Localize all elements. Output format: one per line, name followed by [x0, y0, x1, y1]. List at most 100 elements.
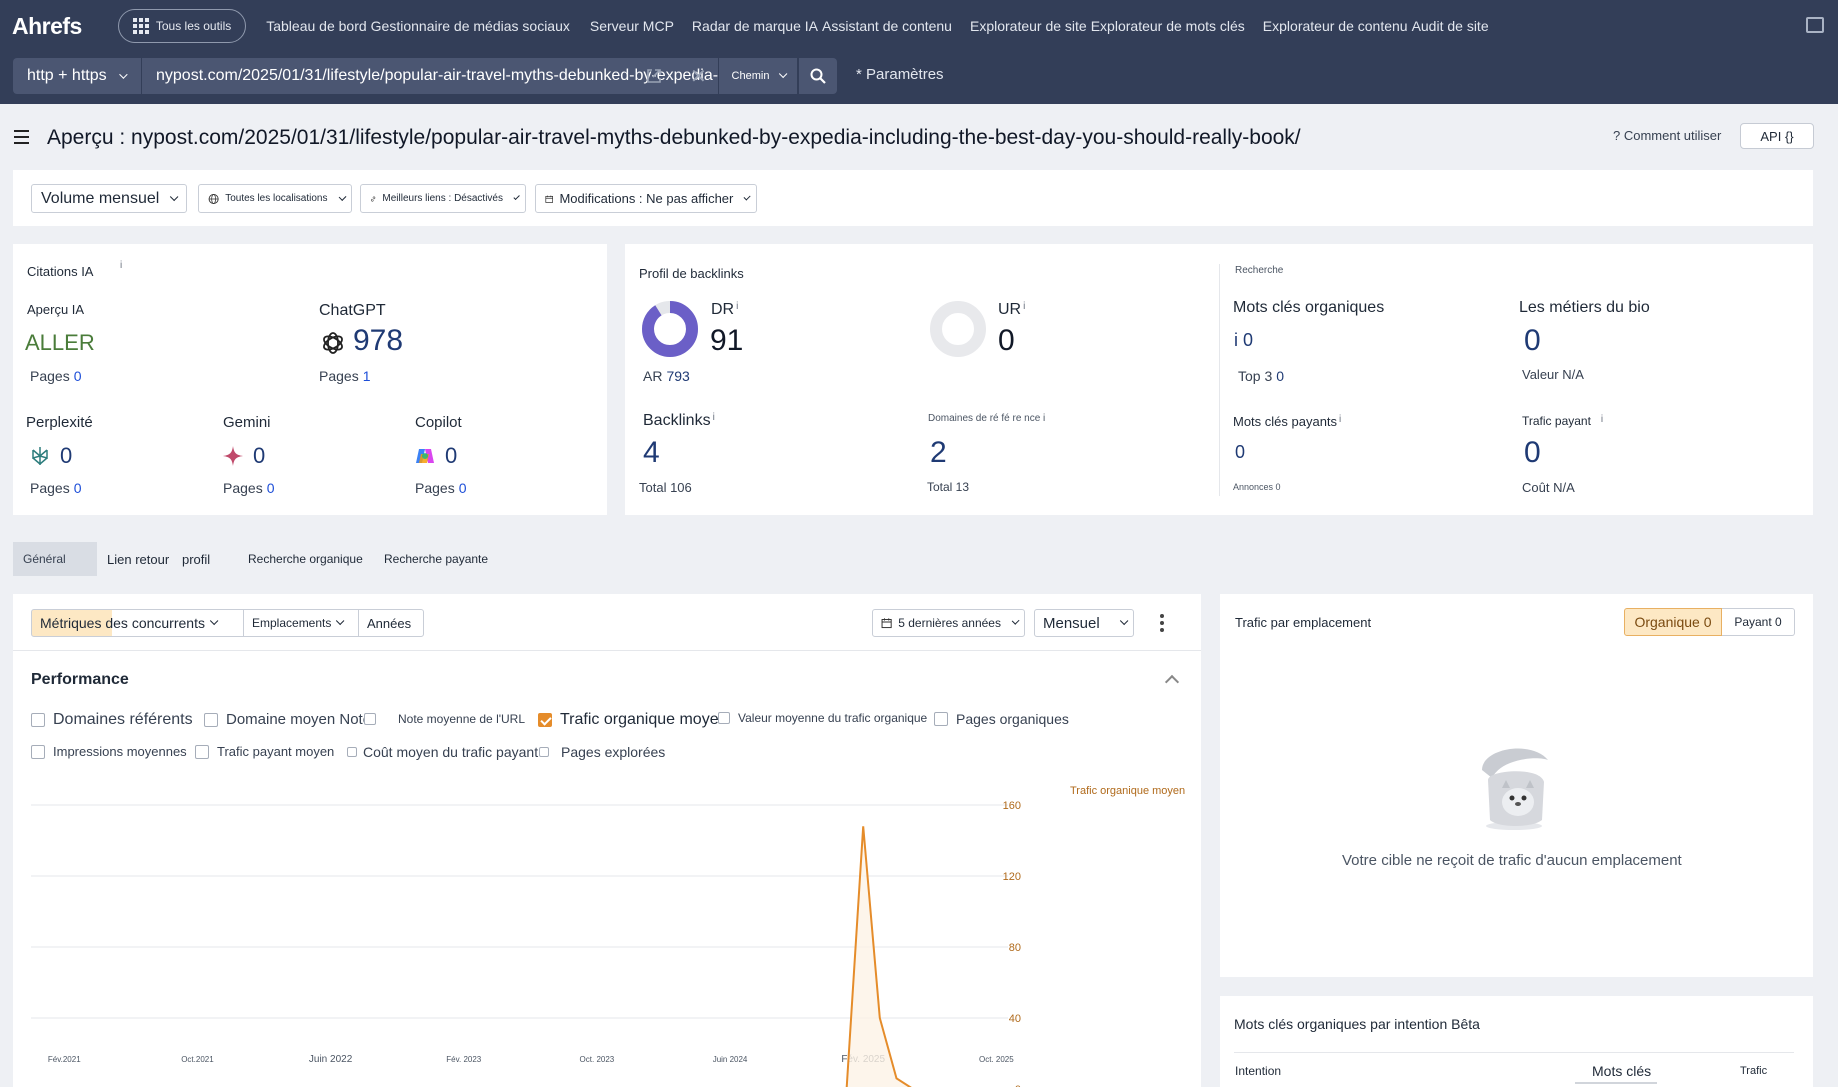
intent-col-intention: Intention	[1235, 1064, 1282, 1078]
location-select[interactable]: Toutes les localisations	[198, 184, 352, 213]
backlinks-label: Backlinks i	[643, 412, 715, 429]
ur-value: 0	[998, 324, 1015, 357]
more-options-icon[interactable]	[1160, 614, 1164, 632]
y-tick-label: 80	[1009, 942, 1021, 954]
protocol-select[interactable]: http + https	[13, 58, 141, 94]
competitor-metrics-select[interactable]: Métriques des concurrents	[31, 609, 244, 637]
checkbox-impressions[interactable]: Impressions moyennes	[31, 744, 187, 759]
perplexity-value[interactable]: 0	[60, 443, 72, 469]
gemini-value[interactable]: 0	[253, 443, 265, 469]
perplexity-icon	[32, 447, 48, 465]
api-button[interactable]: API {}	[1740, 123, 1814, 149]
nav-link-dashboard[interactable]: Tableau de bord	[266, 18, 366, 34]
backlink-profile-title: Profil de backlinks	[639, 266, 744, 281]
grid-icon	[132, 18, 149, 34]
nav-link-mcp[interactable]: Serveur MCP	[590, 18, 674, 34]
chatgpt-label: ChatGPT	[319, 302, 386, 319]
bio-value[interactable]: 0	[1524, 324, 1541, 358]
external-link-icon[interactable]	[645, 67, 663, 85]
globe-icon	[208, 193, 219, 204]
y-tick-label: 160	[1003, 800, 1021, 812]
dr-value: 91	[710, 324, 744, 357]
best-links-select[interactable]: Meilleurs liens : Désactivés	[360, 184, 526, 213]
refdomains-value[interactable]: 2	[930, 436, 947, 470]
sort-indicator	[1575, 1082, 1657, 1084]
chatgpt-value[interactable]: 978	[353, 324, 403, 358]
intent-title: Mots clés organiques par intention Bêta	[1234, 1016, 1480, 1032]
window-icon[interactable]	[1806, 17, 1824, 33]
nav-link-content-explorer[interactable]: Explorateur de contenu	[1263, 18, 1408, 34]
gemini-pages: Pages 0	[223, 480, 275, 496]
protocol-value: http + https	[27, 67, 107, 84]
checkbox-box	[195, 744, 209, 759]
ai-overview-value[interactable]: ALLER	[25, 330, 95, 356]
dr-label: DR i	[711, 301, 739, 318]
chatgpt-icon	[323, 332, 343, 354]
checkbox-box	[31, 744, 45, 759]
menu-icon[interactable]	[14, 130, 29, 148]
nav-link-keywords-explorer[interactable]: Explorateur de mots clés	[1091, 18, 1245, 34]
x-tick-label: Oct. 2023	[580, 1055, 615, 1064]
intent-col-traffic[interactable]: Trafic	[1740, 1065, 1767, 1077]
locations-select[interactable]: Emplacements	[243, 609, 359, 637]
search-icon	[810, 68, 826, 84]
calendar-icon	[881, 618, 892, 629]
volume-select[interactable]: Volume mensuel	[31, 184, 187, 213]
checkbox-referring-domains[interactable]: Domaines référents	[31, 711, 193, 729]
date-range-select[interactable]: 5 dernières années	[872, 609, 1025, 637]
checkbox-box-checked	[538, 713, 552, 727]
clear-url-icon[interactable]: ✕	[690, 64, 707, 89]
checkbox-box	[31, 713, 45, 727]
checkbox-paid-traffic[interactable]: Trafic payant moyen	[195, 744, 334, 759]
locations-value: Emplacements	[252, 616, 332, 630]
x-tick-label: Oct.2021	[181, 1055, 214, 1064]
checkbox-organic-traffic[interactable]: Trafic organique moyen	[538, 711, 728, 729]
organic-toggle[interactable]: Organique 0	[1624, 608, 1722, 636]
tab-profile[interactable]: profil	[182, 542, 210, 576]
years-button[interactable]: Années	[358, 609, 424, 637]
copilot-value[interactable]: 0	[445, 443, 457, 469]
paid-keywords-value[interactable]: 0	[1235, 442, 1245, 463]
nav-link-site-audit[interactable]: Audit de site	[1412, 18, 1489, 34]
nav-link-social-manager[interactable]: Gestionnaire de médias sociaux	[371, 18, 570, 34]
ur-label: UR i	[998, 301, 1026, 318]
info-icon[interactable]: i	[120, 260, 122, 271]
search-button[interactable]	[799, 58, 837, 94]
tab-backlink[interactable]: Lien retour	[107, 542, 169, 576]
ahrefs-logo[interactable]: Ahrefs	[12, 13, 82, 40]
paid-toggle[interactable]: Payant 0	[1722, 608, 1795, 636]
tab-general[interactable]: Général	[13, 542, 97, 576]
all-tools-label: Tous les outils	[155, 19, 232, 33]
mode-select[interactable]: Chemin	[719, 58, 797, 94]
x-tick-label: Juin 2024	[713, 1055, 748, 1064]
all-tools-button[interactable]: Tous les outils	[117, 9, 247, 43]
empty-state-message: Votre cible ne reçoit de trafic d'aucun …	[1342, 852, 1682, 869]
top-nav: Ahrefs Tous les outils Tableau de bord G…	[0, 0, 1838, 52]
settings-link[interactable]: * Paramètres	[856, 66, 944, 83]
copilot-pages: Pages 0	[415, 480, 467, 496]
how-to-use-link[interactable]: ? Comment utiliser	[1613, 128, 1721, 143]
x-tick-label: Fév.2021	[48, 1055, 81, 1064]
paid-traffic-value[interactable]: 0	[1524, 436, 1541, 470]
checkbox-organic-pages[interactable]: Pages organiques	[934, 711, 1069, 727]
checkbox-paid-cost[interactable]: Coût moyen du trafic payant	[347, 744, 538, 760]
location-value: Toutes les localisations	[225, 193, 328, 204]
granularity-select[interactable]: Mensuel	[1034, 609, 1134, 637]
nav-link-brand-radar[interactable]: Radar de marque IA	[692, 18, 818, 34]
checkbox-url-rating[interactable]: Note moyenne de l'URL	[364, 712, 525, 726]
backlinks-total: Total 106	[639, 480, 692, 495]
organic-keywords-value[interactable]: i 0	[1234, 330, 1253, 351]
intent-col-keywords[interactable]: Mots clés	[1592, 1063, 1651, 1079]
bio-label: Les métiers du bio	[1519, 299, 1650, 316]
checkbox-crawled-pages[interactable]: Pages explorées	[539, 744, 665, 760]
backlinks-value[interactable]: 4	[643, 436, 660, 470]
checkbox-traffic-value[interactable]: Valeur moyenne du trafic organique	[718, 711, 927, 725]
changes-select[interactable]: Modifications : Ne pas afficher	[535, 184, 757, 213]
checkbox-box	[539, 747, 549, 757]
checkbox-domain-rating[interactable]: Domaine moyen Note	[204, 711, 371, 728]
nav-link-content-assistant[interactable]: Assistant de contenu	[822, 18, 952, 34]
nav-link-site-explorer[interactable]: Explorateur de site	[970, 18, 1087, 34]
tab-paid-search[interactable]: Recherche payante	[384, 542, 488, 576]
target-url-input[interactable]: nypost.com/2025/01/31/lifestyle/popular-…	[142, 58, 718, 94]
tab-organic-search[interactable]: Recherche organique	[248, 542, 363, 576]
